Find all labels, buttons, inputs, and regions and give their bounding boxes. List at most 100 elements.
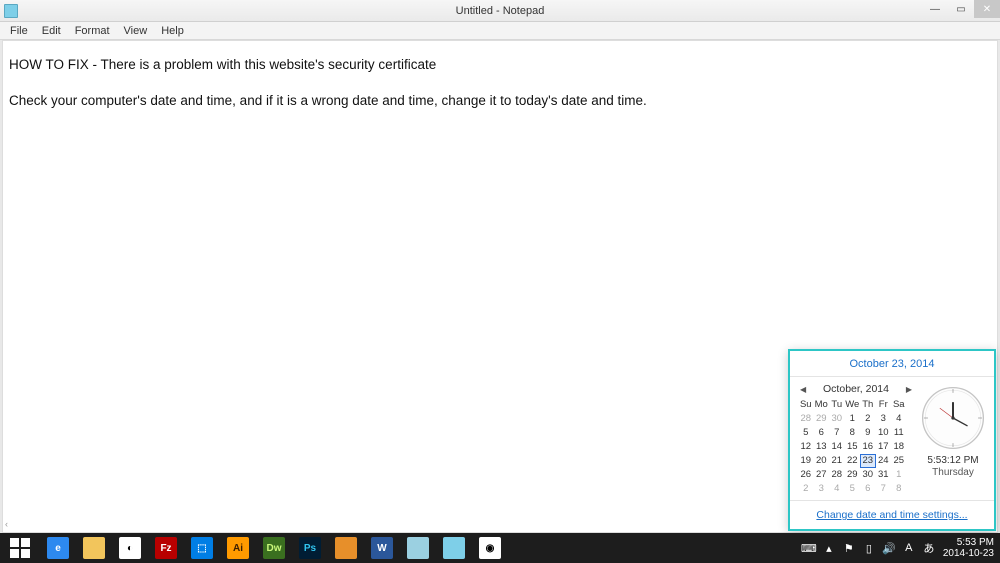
ie-icon: e <box>47 537 69 559</box>
keyboard-icon[interactable]: ⌨ <box>799 533 819 563</box>
calendar-day[interactable]: 24 <box>876 454 892 468</box>
calendar-day[interactable]: 3 <box>876 412 892 426</box>
clock-time: 5:53 PM <box>943 537 994 548</box>
calendar-day[interactable]: 3 <box>814 482 830 496</box>
calendar-day[interactable]: 2 <box>860 412 876 426</box>
calendar-day[interactable]: 21 <box>829 454 845 468</box>
calendar-day[interactable]: 2 <box>798 482 814 496</box>
calendar-day[interactable]: 20 <box>814 454 830 468</box>
dow-label: Th <box>860 398 876 412</box>
calendar-day[interactable]: 17 <box>876 440 892 454</box>
calendar-day[interactable]: 7 <box>876 482 892 496</box>
calendar-day[interactable]: 5 <box>845 482 861 496</box>
taskbar-app2-button[interactable]: ◉ <box>472 533 508 563</box>
tray-icons: ⌨▴⚑▯🔊Aあ <box>799 533 939 563</box>
filezilla-icon: Fz <box>155 537 177 559</box>
calendar-day[interactable]: 28 <box>798 412 814 426</box>
dow-label: Tu <box>829 398 845 412</box>
calendar-day[interactable]: 22 <box>845 454 861 468</box>
calendar-day[interactable]: 16 <box>860 440 876 454</box>
calendar-day[interactable]: 8 <box>845 426 861 440</box>
calendar-day[interactable]: 7 <box>829 426 845 440</box>
calendar-day[interactable]: 9 <box>860 426 876 440</box>
dow-label: Mo <box>814 398 830 412</box>
scroll-left-icon[interactable]: ‹ <box>5 518 17 530</box>
calendar-day[interactable]: 6 <box>814 426 830 440</box>
ime-icon[interactable]: あ <box>919 533 939 563</box>
taskbar-clock[interactable]: 5:53 PM 2014-10-23 <box>939 537 1000 559</box>
taskbar-doc-button[interactable] <box>400 533 436 563</box>
flag-icon[interactable]: ⚑ <box>839 533 859 563</box>
calendar-day[interactable]: 15 <box>845 440 861 454</box>
calendar-day[interactable]: 1 <box>845 412 861 426</box>
titlebar: Untitled - Notepad — ▭ ✕ <box>0 0 1000 22</box>
calendar-day[interactable]: 27 <box>814 468 830 482</box>
calendar-day[interactable]: 18 <box>891 440 907 454</box>
datetime-header: October 23, 2014 <box>790 351 994 377</box>
day-of-week: Thursday <box>932 467 974 478</box>
calendar-day[interactable]: 13 <box>814 440 830 454</box>
taskbar-photoshop-button[interactable]: Ps <box>292 533 328 563</box>
menu-view[interactable]: View <box>118 24 154 38</box>
taskbar-explorer-button[interactable] <box>76 533 112 563</box>
photoshop-icon: Ps <box>299 537 321 559</box>
taskbar-filezilla-button[interactable]: Fz <box>148 533 184 563</box>
calendar-day[interactable]: 25 <box>891 454 907 468</box>
calendar-day[interactable]: 10 <box>876 426 892 440</box>
minimize-button[interactable]: — <box>922 0 948 18</box>
taskbar-apps: e ◐ Fz ⬚AiDw Ps W ◉ <box>0 533 508 563</box>
taskbar-word-button[interactable]: W <box>364 533 400 563</box>
window-title: Untitled - Notepad <box>456 5 545 17</box>
calendar-day[interactable]: 6 <box>860 482 876 496</box>
menu-file[interactable]: File <box>4 24 34 38</box>
menubar: File Edit Format View Help <box>0 22 1000 40</box>
calendar-day[interactable]: 23 <box>860 454 876 468</box>
calendar-day[interactable]: 30 <box>829 412 845 426</box>
up-icon[interactable]: ▴ <box>819 533 839 563</box>
menu-edit[interactable]: Edit <box>36 24 67 38</box>
clock-face-icon <box>920 385 986 451</box>
taskbar-tray: ⌨▴⚑▯🔊Aあ 5:53 PM 2014-10-23 <box>799 533 1000 563</box>
taskbar-chrome-button[interactable]: ◐ <box>112 533 148 563</box>
calendar-day[interactable]: 8 <box>891 482 907 496</box>
calendar-day[interactable]: 11 <box>891 426 907 440</box>
dow-label: Fr <box>876 398 892 412</box>
taskbar-dropbox-button[interactable]: ⬚ <box>184 533 220 563</box>
calendar-day[interactable]: 31 <box>876 468 892 482</box>
taskbar-illustrator-button[interactable]: Ai <box>220 533 256 563</box>
maximize-button[interactable]: ▭ <box>948 0 974 18</box>
menu-format[interactable]: Format <box>69 24 116 38</box>
calendar-day[interactable]: 29 <box>845 468 861 482</box>
change-datetime-link[interactable]: Change date and time settings... <box>790 500 994 529</box>
calendar-grid: SuMoTuWeThFrSa28293012345678910111213141… <box>798 398 914 496</box>
calendar-day[interactable]: 4 <box>829 482 845 496</box>
window-controls: — ▭ ✕ <box>922 0 1000 18</box>
calendar-day[interactable]: 4 <box>891 412 907 426</box>
calendar-day[interactable]: 1 <box>891 468 907 482</box>
calendar-day[interactable]: 29 <box>814 412 830 426</box>
analog-clock-area: 5:53:12 PM Thursday <box>914 381 988 496</box>
taskbar-notepad-button[interactable] <box>436 533 472 563</box>
taskbar-dreamweaver-button[interactable]: Dw <box>256 533 292 563</box>
next-month-button[interactable]: ▶ <box>906 385 912 394</box>
word-icon: W <box>371 537 393 559</box>
taskbar-start-button[interactable] <box>0 533 40 563</box>
calendar-day[interactable]: 12 <box>798 440 814 454</box>
dow-label: Su <box>798 398 814 412</box>
calendar-day[interactable]: 14 <box>829 440 845 454</box>
volume-icon[interactable]: 🔊 <box>879 533 899 563</box>
editor-line-1: HOW TO FIX - There is a problem with thi… <box>9 55 991 75</box>
taskbar-ie-button[interactable]: e <box>40 533 76 563</box>
close-button[interactable]: ✕ <box>974 0 1000 18</box>
calendar-day[interactable]: 30 <box>860 468 876 482</box>
menu-help[interactable]: Help <box>155 24 190 38</box>
prev-month-button[interactable]: ◀ <box>800 385 806 394</box>
month-label[interactable]: October, 2014 <box>823 383 889 395</box>
taskbar-app1-button[interactable] <box>328 533 364 563</box>
lang-a-icon[interactable]: A <box>899 533 919 563</box>
calendar-day[interactable]: 26 <box>798 468 814 482</box>
calendar-day[interactable]: 28 <box>829 468 845 482</box>
calendar-day[interactable]: 19 <box>798 454 814 468</box>
network-icon[interactable]: ▯ <box>859 533 879 563</box>
calendar-day[interactable]: 5 <box>798 426 814 440</box>
